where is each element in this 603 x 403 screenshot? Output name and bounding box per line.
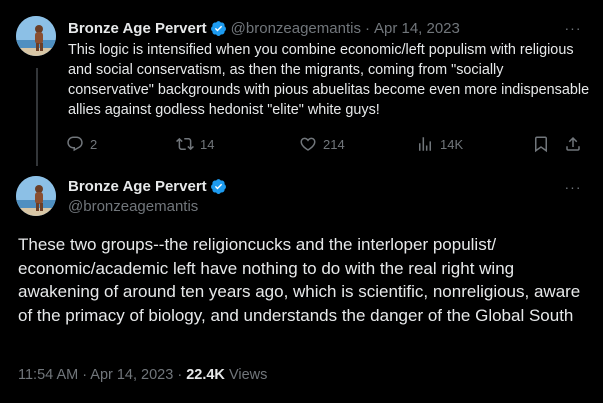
repost-icon [176,137,194,151]
verified-badge-icon [210,20,227,37]
author-name[interactable]: Bronze Age Pervert [68,178,207,195]
tweet1-header: Bronze Age Pervert @bronzeagemantis · Ap… [68,20,460,37]
tweet-text: This logic is intensified when you combi… [68,42,590,118]
views-count: 14K [440,136,464,152]
avatar[interactable] [16,16,56,56]
tweet-date[interactable]: Apr 14, 2023 [374,20,460,37]
tweet-timestamp[interactable]: 11:54 AM · Apr 14, 2023 · [18,367,182,383]
like-button[interactable]: 214 [299,135,345,153]
bookmark-icon [535,136,547,153]
repost-button[interactable]: 14 [176,135,214,153]
reply-count: 2 [90,136,98,152]
bookmark-button[interactable] [532,135,550,153]
avatar-image [16,176,56,216]
tweet-text: These two groups--the religioncucks and … [18,235,581,325]
tweet2-header: Bronze Age Pervert [68,178,227,195]
like-count: 214 [323,136,345,152]
verified-badge-icon [210,178,227,195]
thread-line [36,68,38,166]
author-name[interactable]: Bronze Age Pervert [68,20,207,37]
separator-dot: · [364,20,370,37]
more-options-icon[interactable]: ··· [563,20,583,36]
author-handle[interactable]: @bronzeagemantis [231,20,361,37]
repost-count: 14 [200,136,215,152]
avatar[interactable] [16,176,56,216]
views-button[interactable]: 14K [416,135,463,153]
share-button[interactable] [564,135,582,153]
reply-button[interactable]: 2 [66,135,97,153]
tweet-meta: 11:54 AM · Apr 14, 2023 · 22.4K Views [18,367,267,383]
views-icon [419,137,431,151]
more-options-icon[interactable]: ··· [563,179,583,195]
share-icon [566,136,580,151]
like-icon [300,137,316,151]
author-handle[interactable]: @bronzeagemantis [68,198,198,215]
reply-icon [67,136,83,152]
tweet-actions: 2 14 214 14K [66,135,596,155]
views-label: Views [228,367,268,383]
views-count: 22.4K [186,367,225,383]
avatar-image [16,16,56,56]
